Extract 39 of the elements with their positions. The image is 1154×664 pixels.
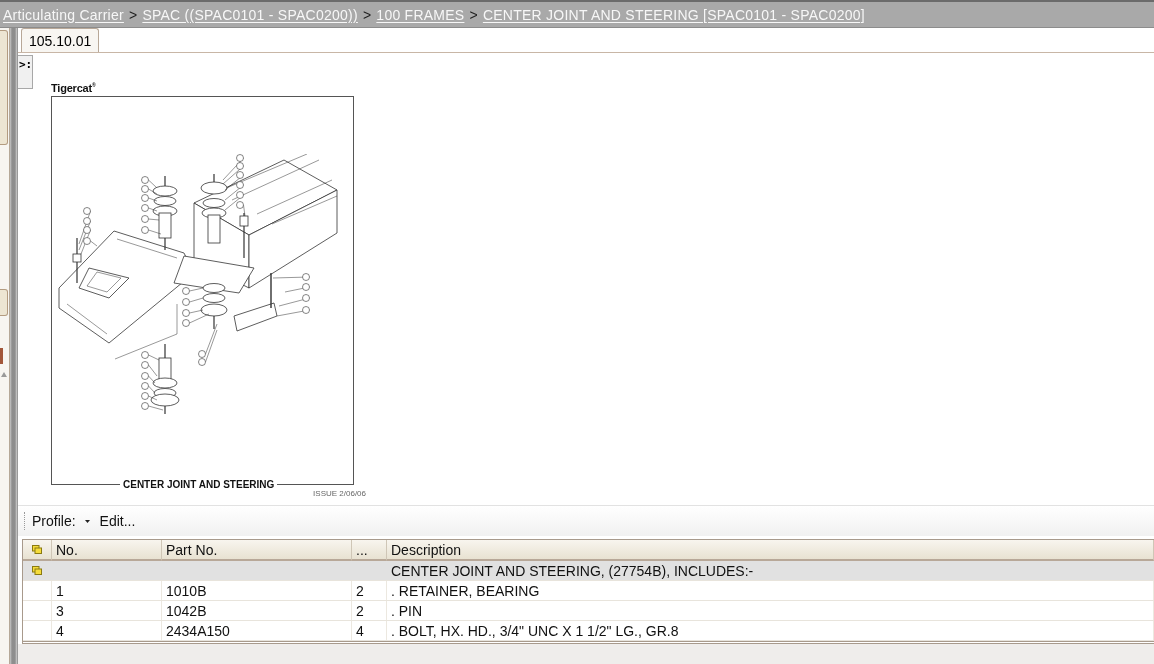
table-cell: CENTER JOINT AND STEERING, (27754B), INCLUDES:- — [387, 561, 1154, 580]
stacked-squares-icon — [32, 545, 42, 554]
stacked-squares-icon — [32, 566, 42, 575]
column-header[interactable]: Description — [387, 540, 1154, 561]
table-cell: . RETAINER, BEARING — [387, 581, 1154, 600]
table-cell: 1 — [52, 581, 162, 600]
side-panel-tab[interactable] — [0, 30, 8, 145]
side-panel-tab[interactable] — [0, 289, 8, 316]
column-header[interactable]: Part No. — [162, 540, 352, 561]
table-cell: . BOLT, HX. HD., 3/4" UNC X 1 1/2" LG., GR.8 — [387, 621, 1154, 640]
scroll-arrow-icon[interactable] — [1, 372, 7, 377]
column-header[interactable]: ... — [352, 540, 387, 561]
table-cell: 1010B — [162, 581, 352, 600]
table-cell: 4 — [352, 621, 387, 640]
breadcrumb-separator: > — [362, 6, 372, 23]
side-panel-marker — [0, 348, 3, 364]
drawing-caption: CENTER JOINT AND STEERING — [122, 478, 276, 490]
brand-label: Tigercat$^{®}$ — [51, 82, 97, 96]
table-cell: 3 — [52, 601, 162, 620]
table-row[interactable]: 3 1042B 2 . PIN — [23, 601, 1154, 621]
table-cell: . PIN — [387, 601, 1154, 620]
table-row[interactable]: 4 2434A150 4 . BOLT, HX. HD., 3/4" UNC X 1 1/2" LG., GR.8 — [23, 621, 1154, 641]
table-cell: 4 — [52, 621, 162, 640]
column-header[interactable] — [23, 540, 52, 561]
table-cell: 1042B — [162, 601, 352, 620]
breadcrumb-separator: > — [128, 6, 138, 23]
tab[interactable]: 105.10.01 — [21, 28, 100, 52]
table-cell: 2 — [352, 581, 387, 600]
table-row[interactable]: 1 1010B 2 . RETAINER, BEARING — [23, 581, 1154, 601]
profile-dropdown[interactable]: Profile: — [29, 511, 97, 531]
edit-button[interactable]: Edit... — [96, 511, 139, 531]
caret-icon — [84, 519, 90, 523]
table-cell: 2 — [352, 601, 387, 620]
table-cell: 2434A150 — [162, 621, 352, 640]
breadcrumb-separator: > — [469, 6, 478, 23]
issue-date-label: ISSUE 2/06/06 — [313, 489, 366, 498]
panel-toggle-button[interactable]: >: — [18, 55, 33, 89]
splitter-bar[interactable] — [10, 28, 17, 664]
column-header[interactable]: No. — [52, 540, 162, 561]
